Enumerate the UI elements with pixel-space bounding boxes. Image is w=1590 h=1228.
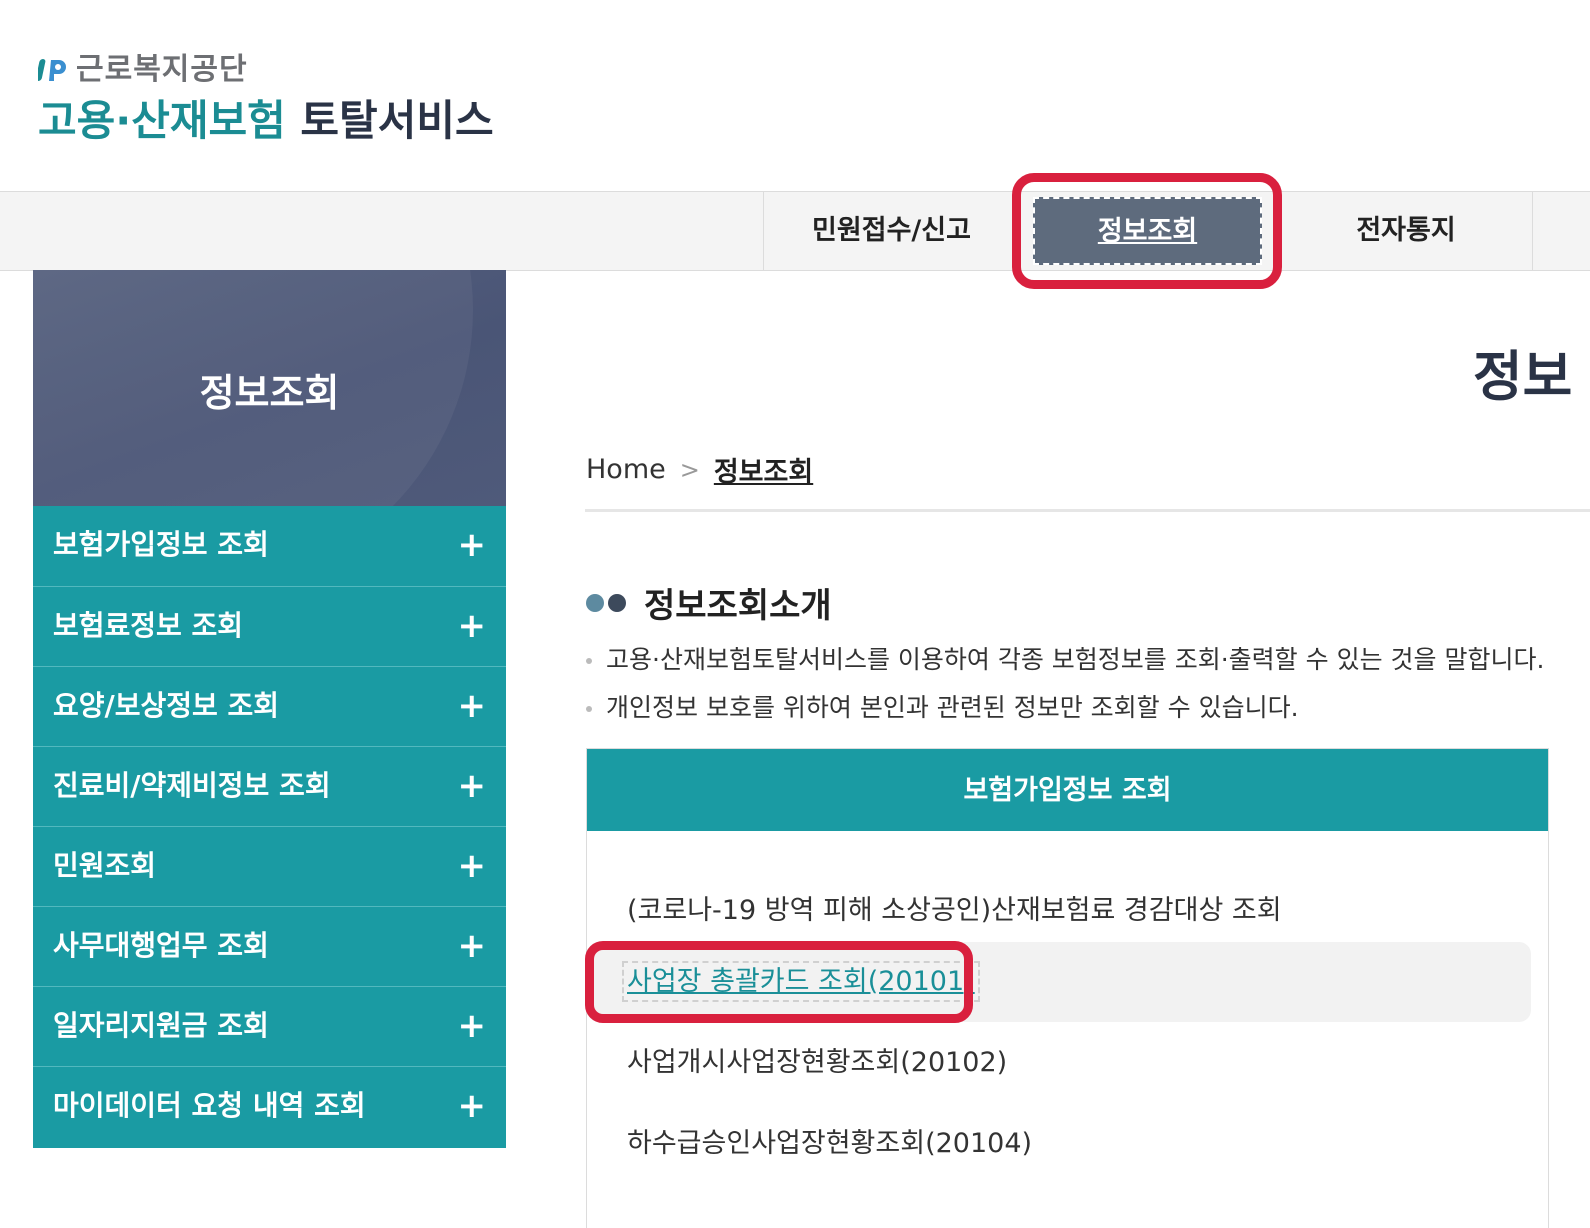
insurance-enrollment-box: 보험가입정보 조회 (코로나-19 방역 피해 소상공인)산재보험료 경감대상 … xyxy=(586,748,1549,1228)
sidebar-item-label: 마이데이터 요청 내역 조회 xyxy=(53,1089,366,1122)
site-logo[interactable]: 근로복지공단 고용·산재보험 토탈서비스 xyxy=(38,52,494,146)
sidebar-item-label: 보험가입정보 조회 xyxy=(53,528,269,561)
page-title: 정보 xyxy=(1473,345,1573,408)
plus-icon[interactable]: + xyxy=(458,747,487,825)
logo-org-name: 근로복지공단 xyxy=(76,52,248,87)
sidebar-item-job-subsidy[interactable]: 일자리지원금 조회 + xyxy=(33,986,506,1066)
plus-icon[interactable]: + xyxy=(458,987,487,1065)
section-heading: 정보조회소개 xyxy=(586,578,832,627)
logo-top-row: 근로복지공단 xyxy=(38,52,494,88)
kcomwel-logo-icon xyxy=(38,59,66,81)
section-title: 정보조회소개 xyxy=(644,586,832,626)
gnb-item-info-inquiry[interactable]: 정보조회 xyxy=(1033,197,1262,265)
link-label[interactable]: (코로나-19 방역 피해 소상공인)산재보험료 경감대상 조회 xyxy=(627,895,1282,926)
global-nav: 민원접수/신고 정보조회 전자통지 xyxy=(0,191,1590,271)
sidebar-item-label: 보험료정보 조회 xyxy=(53,609,244,642)
dot-icon xyxy=(608,593,626,612)
sidebar-item-insurance-enrollment[interactable]: 보험가입정보 조회 + xyxy=(33,506,506,586)
link-label[interactable]: 사업개시사업장현황조회(20102) xyxy=(627,1047,1007,1078)
sidebar-item-label: 요양/보상정보 조회 xyxy=(53,689,280,722)
chevron-right-icon: > xyxy=(679,455,700,484)
plus-icon[interactable]: + xyxy=(458,587,487,665)
sidebar-item-care-compensation[interactable]: 요양/보상정보 조회 + xyxy=(33,666,506,746)
box-link-business-start-status[interactable]: 사업개시사업장현황조회(20102) xyxy=(587,1023,1531,1103)
description-list: 고용·산재보험토탈서비스를 이용하여 각종 보험정보를 조회·출력할 수 있는 … xyxy=(586,636,1544,732)
logo-service-part1: 고용·산재보험 xyxy=(38,96,286,145)
gnb-item-e-notice[interactable]: 전자통지 xyxy=(1280,192,1532,270)
box-link-workplace-summary-card[interactable]: 사업장 총괄카드 조회(20101) xyxy=(587,942,1531,1022)
logo-service-name: 고용·산재보험 토탈서비스 xyxy=(38,96,494,146)
breadcrumb-home[interactable]: Home xyxy=(586,454,666,485)
breadcrumb-divider xyxy=(585,509,1590,512)
breadcrumb: Home > 정보조회 xyxy=(586,450,813,489)
plus-icon[interactable]: + xyxy=(458,667,487,745)
sidebar-item-label: 민원조회 xyxy=(53,849,157,882)
sidebar-title: 정보조회 xyxy=(199,371,340,415)
link-label[interactable]: 하수급승인사업장현황조회(20104) xyxy=(627,1128,1032,1159)
dot-icon xyxy=(586,593,604,612)
sidebar-item-label: 일자리지원금 조회 xyxy=(53,1009,269,1042)
sidebar-item-label: 사무대행업무 조회 xyxy=(53,929,269,962)
breadcrumb-current[interactable]: 정보조회 xyxy=(714,450,813,489)
sidebar-bottom-border xyxy=(33,1146,506,1148)
plus-icon[interactable]: + xyxy=(458,1067,487,1145)
box-link-covid-premium-reduction[interactable]: (코로나-19 방역 피해 소상공인)산재보험료 경감대상 조회 xyxy=(587,871,1531,951)
sidebar-item-mydata-requests[interactable]: 마이데이터 요청 내역 조회 + xyxy=(33,1066,506,1146)
sidebar-item-agency-work[interactable]: 사무대행업무 조회 + xyxy=(33,906,506,986)
plus-icon[interactable]: + xyxy=(458,506,487,584)
sidebar-item-civil-inquiry[interactable]: 민원조회 + xyxy=(33,826,506,906)
sidebar-item-medical-cost[interactable]: 진료비/약제비정보 조회 + xyxy=(33,746,506,826)
plus-icon[interactable]: + xyxy=(458,827,487,905)
sidebar: 정보조회 보험가입정보 조회 + 보험료정보 조회 + 요양/보상정보 조회 +… xyxy=(33,270,506,1148)
gnb-divider xyxy=(1532,192,1533,270)
sidebar-item-label: 진료비/약제비정보 조회 xyxy=(53,769,331,802)
sidebar-header: 정보조회 xyxy=(33,270,506,506)
description-item: 개인정보 보호를 위하여 본인과 관련된 정보만 조회할 수 있습니다. xyxy=(586,684,1544,732)
plus-icon[interactable]: + xyxy=(458,907,487,985)
description-item: 고용·산재보험토탈서비스를 이용하여 각종 보험정보를 조회·출력할 수 있는 … xyxy=(586,636,1544,684)
sidebar-item-premium-info[interactable]: 보험료정보 조회 + xyxy=(33,586,506,666)
box-title: 보험가입정보 조회 xyxy=(587,749,1548,831)
box-link-subcontract-status[interactable]: 하수급승인사업장현황조회(20104) xyxy=(587,1104,1531,1184)
logo-service-part2: 토탈서비스 xyxy=(300,96,494,145)
link-label[interactable]: 사업장 총괄카드 조회(20101) xyxy=(622,961,980,1002)
gnb-item-civil-complaint[interactable]: 민원접수/신고 xyxy=(764,192,1019,270)
bullet-dots-icon xyxy=(586,593,626,612)
sidebar-menu: 보험가입정보 조회 + 보험료정보 조회 + 요양/보상정보 조회 + 진료비/… xyxy=(33,506,506,1146)
